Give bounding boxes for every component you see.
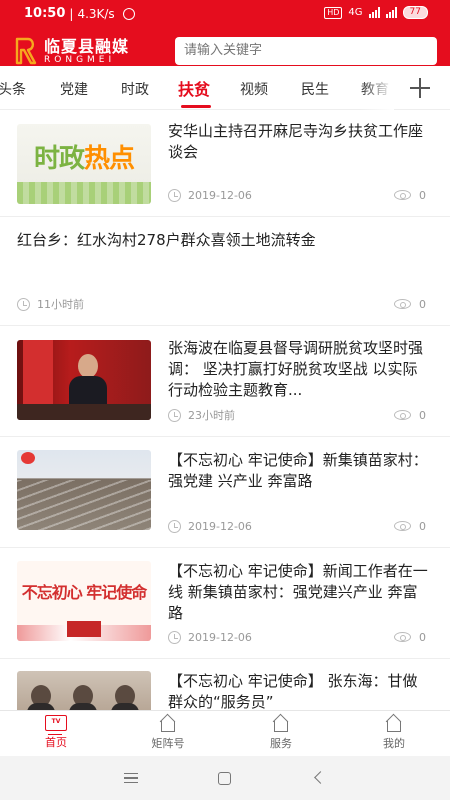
- nav-service-label: 服务: [270, 737, 292, 750]
- news-title[interactable]: 【不忘初心 牢记使命】新闻工作者在一线 新集镇苗家村：强党建兴产业 奔富路: [168, 561, 430, 624]
- app-logo: 临夏县融媒 RONGMEI: [14, 37, 129, 65]
- nav-matrix[interactable]: 矩阵号: [138, 715, 198, 751]
- news-time: 2019-12-06: [168, 630, 252, 644]
- thumbnail-grass: [17, 182, 151, 204]
- tv-icon: TV: [45, 715, 67, 735]
- back-icon[interactable]: [314, 771, 327, 784]
- nav-service[interactable]: 服务: [251, 715, 311, 751]
- nav-profile-label: 我的: [383, 737, 405, 750]
- nav-home-label: 首页: [45, 736, 67, 749]
- eye-icon: [394, 632, 411, 642]
- thumbnail-person-body: [27, 703, 55, 710]
- news-thumbnail: [17, 450, 151, 530]
- news-views: 0: [394, 297, 426, 311]
- news-thumbnail: 不忘初心 牢记使命: [17, 561, 151, 641]
- thumbnail-field: [17, 480, 151, 530]
- status-right: HD 4G 77: [324, 6, 428, 19]
- logo-subtitle: RONGMEI: [44, 54, 116, 65]
- thumbnail-logo: [21, 452, 35, 464]
- news-item[interactable]: 时政热点 安华山主持召开麻尼寺沟乡扶贫工作座谈会 2019-12-06 0: [0, 110, 450, 217]
- hd-badge: HD: [324, 6, 343, 19]
- alarm-icon: [122, 7, 135, 20]
- nav-profile[interactable]: 我的: [364, 715, 424, 751]
- category-tabs: 头条 党建 时政 扶贫 视频 民生 教育: [0, 70, 450, 110]
- logo-title: 临夏县融媒: [44, 36, 130, 56]
- menu-icon[interactable]: [124, 773, 138, 783]
- news-title[interactable]: 【不忘初心 牢记使命】新集镇苗家村：强党建 兴产业 奔富路: [168, 450, 430, 494]
- news-title[interactable]: 红台乡：红水沟村278户群众喜领土地流转金: [17, 230, 437, 254]
- network-speed: 4.3K/s: [77, 6, 115, 21]
- news-time: 11小时前: [17, 297, 84, 311]
- home-icon[interactable]: [218, 772, 231, 785]
- tab-livelihood[interactable]: 民生: [301, 70, 329, 110]
- news-title[interactable]: 张海波在临夏县督导调研脱贫攻坚时强调： 坚决打赢打好脱贫攻坚战 以实际行动检验主…: [168, 338, 430, 401]
- logo-r-icon: [15, 37, 37, 65]
- wifi-signal-icon: [385, 7, 397, 18]
- tab-headlines[interactable]: 头条: [0, 70, 26, 110]
- thumbnail-person-body: [111, 703, 139, 710]
- search-input[interactable]: [175, 37, 437, 65]
- news-title[interactable]: 安华山主持召开麻尼寺沟乡扶贫工作座谈会: [168, 121, 430, 165]
- thumbnail-person-body: [69, 703, 97, 710]
- house-icon: [272, 715, 290, 732]
- add-tab-icon[interactable]: [410, 78, 430, 98]
- news-item[interactable]: 【不忘初心 牢记使命】新集镇苗家村：强党建 兴产业 奔富路 2019-12-06…: [0, 438, 450, 548]
- tab-poverty-alleviation[interactable]: 扶贫: [178, 70, 210, 110]
- house-icon: [159, 715, 177, 732]
- eye-icon: [394, 410, 411, 420]
- clock-icon: [168, 188, 181, 202]
- clock-icon: [168, 408, 181, 422]
- tab-politics[interactable]: 时政: [121, 70, 149, 110]
- eye-icon: [394, 190, 411, 200]
- news-views: 0: [394, 408, 426, 422]
- tab-party-building[interactable]: 党建: [60, 70, 88, 110]
- news-thumbnail: [17, 671, 151, 710]
- nav-home[interactable]: TV 首页: [26, 715, 86, 750]
- thumbnail-desk: [17, 404, 151, 420]
- thumbnail-text: 时政热点: [33, 144, 135, 174]
- network-type: 4G: [348, 7, 363, 18]
- eye-icon: [394, 521, 411, 531]
- status-left: 10:50 | 4.3K/s: [24, 6, 135, 21]
- clock-icon: [168, 519, 181, 533]
- news-item[interactable]: 张海波在临夏县督导调研脱贫攻坚时强调： 坚决打赢打好脱贫攻坚战 以实际行动检验主…: [0, 327, 450, 437]
- house-icon: [385, 715, 403, 732]
- news-views: 0: [394, 519, 426, 533]
- news-time: 2019-12-06: [168, 188, 252, 202]
- clock-icon: [17, 297, 30, 311]
- status-time: 10:50: [24, 6, 66, 21]
- news-feed[interactable]: 时政热点 安华山主持召开麻尼寺沟乡扶贫工作座谈会 2019-12-06 0 红台…: [0, 110, 450, 710]
- news-item[interactable]: 不忘初心 牢记使命 【不忘初心 牢记使命】新闻工作者在一线 新集镇苗家村：强党建…: [0, 549, 450, 659]
- news-views: 0: [394, 188, 426, 202]
- battery-icon: 77: [402, 6, 428, 19]
- news-title[interactable]: 【不忘初心 牢记使命】 张东海：甘做群众的“服务员”: [168, 671, 430, 710]
- tab-video[interactable]: 视频: [240, 70, 268, 110]
- logo-text: 临夏县融媒 RONGMEI: [44, 38, 129, 65]
- tab-scroll-fade: [360, 70, 394, 110]
- bottom-navigation: TV 首页 矩阵号 服务 我的: [0, 710, 450, 756]
- news-time: 2019-12-06: [168, 519, 252, 533]
- status-bar: 10:50 | 4.3K/s HD 4G 77: [0, 0, 450, 28]
- news-thumbnail: 时政热点: [17, 124, 151, 204]
- news-thumbnail: [17, 340, 151, 420]
- news-item[interactable]: 红台乡：红水沟村278户群众喜领土地流转金 11小时前 0: [0, 218, 450, 326]
- thumbnail-building: [67, 621, 101, 637]
- system-navigation-bar: [0, 756, 450, 800]
- news-views: 0: [394, 630, 426, 644]
- clock-icon: [168, 630, 181, 644]
- active-tab-indicator: [181, 105, 211, 108]
- nav-matrix-label: 矩阵号: [151, 737, 185, 750]
- eye-icon: [394, 299, 411, 309]
- thumbnail-slogan: 不忘初心 牢记使命: [21, 583, 148, 602]
- news-item[interactable]: 【不忘初心 牢记使命】 张东海：甘做群众的“服务员”: [0, 660, 450, 710]
- signal-icon: [368, 7, 380, 18]
- status-divider: |: [69, 6, 74, 21]
- news-time: 23小时前: [168, 408, 235, 422]
